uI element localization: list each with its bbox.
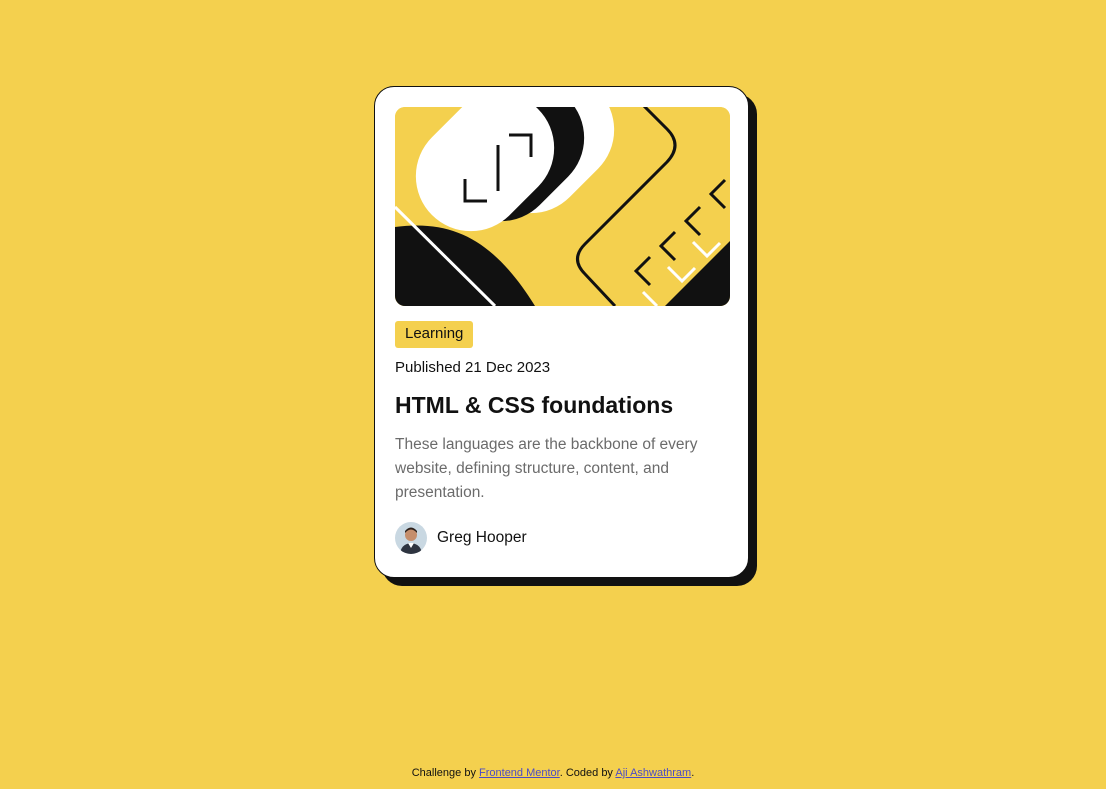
author-link[interactable]: Aji Ashwathram [615, 767, 691, 779]
frontend-mentor-link[interactable]: Frontend Mentor [479, 767, 560, 779]
author-name: Greg Hooper [437, 529, 527, 546]
blog-preview-card: Learning Published 21 Dec 2023 HTML & CS… [374, 86, 749, 578]
article-description: These languages are the backbone of ever… [395, 436, 698, 501]
attribution-prefix: Challenge by [411, 767, 480, 779]
author-block: Greg Hooper [395, 522, 728, 554]
article-title[interactable]: HTML & CSS foundations [395, 391, 728, 419]
hero-illustration [395, 107, 730, 306]
author-avatar [395, 522, 427, 554]
attribution: Challenge by Frontend Mentor. Coded by A… [0, 767, 1106, 780]
category-tag: Learning [395, 321, 474, 348]
attribution-suffix: . [691, 767, 695, 779]
published-date: Published 21 Dec 2023 [395, 359, 551, 376]
attribution-middle: . Coded by [559, 767, 616, 779]
